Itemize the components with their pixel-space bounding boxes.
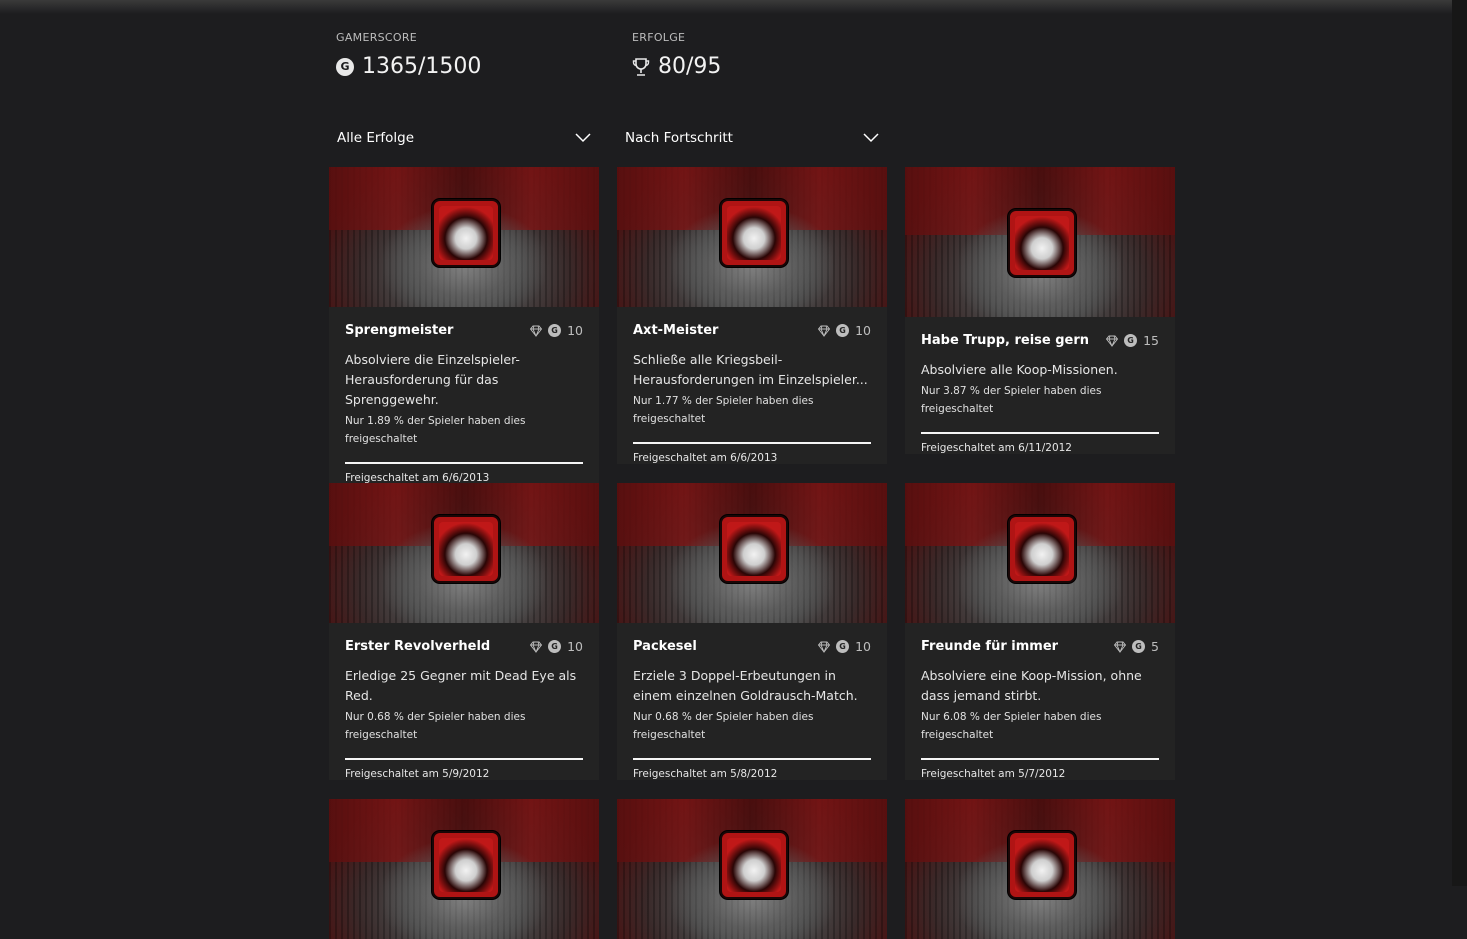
achievement-card[interactable] bbox=[617, 799, 887, 939]
achievement-description: Absolviere die Einzelspieler-Herausforde… bbox=[345, 352, 520, 407]
achievement-card[interactable] bbox=[329, 799, 599, 939]
rarity-diamond-icon bbox=[818, 641, 831, 653]
achievement-description: Erziele 3 Doppel-Erbeutungen in einem ei… bbox=[633, 668, 858, 703]
achievement-artwork bbox=[329, 167, 599, 307]
trophy-icon bbox=[632, 57, 650, 76]
achievements-value: 80/95 bbox=[658, 54, 722, 79]
achievement-card[interactable]: Erster Revolverheld G 10 Erledige 25 Geg… bbox=[329, 483, 599, 780]
achievement-card[interactable]: Axt-Meister G 10 Schließe alle Kriegsbei… bbox=[617, 167, 887, 464]
achievement-score: G 15 bbox=[1106, 333, 1159, 348]
dynamite-crate-icon bbox=[432, 199, 500, 267]
achievement-card[interactable]: Sprengmeister G 10 Absolviere die Einzel… bbox=[329, 167, 599, 484]
achievement-artwork bbox=[617, 799, 887, 939]
achievement-rarity: Nur 1.89 % der Spieler haben dies freige… bbox=[345, 415, 526, 445]
achievement-points: 10 bbox=[567, 639, 583, 654]
achievement-rarity: Nur 6.08 % der Spieler haben dies freige… bbox=[921, 711, 1102, 741]
achievement-artwork bbox=[905, 483, 1175, 623]
progress-bar bbox=[345, 462, 583, 464]
gold-bags-icon bbox=[720, 515, 788, 583]
achievement-description: Absolviere alle Koop-Missionen. bbox=[921, 362, 1118, 377]
gamerscore-icon: G bbox=[1132, 640, 1146, 653]
achievement-artwork bbox=[329, 483, 599, 623]
unlocked-date: Freigeschaltet am 5/7/2012 bbox=[921, 768, 1066, 780]
unlocked-date: Freigeschaltet am 6/6/2013 bbox=[633, 452, 778, 464]
gamerscore-icon: G bbox=[836, 324, 850, 337]
gamerscore-value: 1365/1500 bbox=[362, 54, 482, 79]
achievement-rarity: Nur 1.77 % der Spieler haben dies freige… bbox=[633, 395, 814, 425]
progress-bar bbox=[921, 432, 1159, 434]
progress-bar bbox=[633, 758, 871, 760]
chevron-down-icon bbox=[863, 133, 879, 143]
rarity-diamond-icon bbox=[530, 325, 543, 337]
achievement-rarity: Nur 0.68 % der Spieler haben dies freige… bbox=[345, 711, 526, 741]
achievements-label: ERFOLGE bbox=[632, 31, 686, 44]
achievement-points: 10 bbox=[855, 639, 871, 654]
skull-axes-icon bbox=[720, 199, 788, 267]
gamerscore-stat: GAMERSCORE G 1365/1500 bbox=[336, 31, 481, 79]
eye-skull-icon bbox=[432, 515, 500, 583]
fifty-star-icon bbox=[1008, 831, 1076, 899]
achievement-card[interactable]: Packesel G 10 Erziele 3 Doppel-Erbeutung… bbox=[617, 483, 887, 780]
achievement-artwork bbox=[905, 167, 1175, 317]
achievements-stat: ERFOLGE 80/95 bbox=[632, 31, 721, 79]
rarity-diamond-icon bbox=[1106, 335, 1119, 347]
achievement-title: Freunde für immer bbox=[921, 639, 1059, 654]
progress-bar bbox=[921, 758, 1159, 760]
gamerscore-label: GAMERSCORE bbox=[336, 31, 418, 44]
unlocked-date: Freigeschaltet am 5/8/2012 bbox=[633, 768, 778, 780]
gamerscore-icon: G bbox=[1124, 334, 1138, 347]
achievement-card[interactable] bbox=[905, 799, 1175, 939]
achievement-score: G 10 bbox=[818, 323, 871, 338]
gamerscore-icon: G bbox=[548, 640, 562, 653]
rarity-diamond-icon bbox=[530, 641, 543, 653]
progress-bar bbox=[633, 442, 871, 444]
progress-bar bbox=[345, 758, 583, 760]
achievement-artwork bbox=[905, 799, 1175, 939]
gamerscore-icon: G bbox=[336, 57, 354, 76]
achievement-card[interactable]: Freunde für immer G 5 Absolviere eine Ko… bbox=[905, 483, 1175, 780]
achievement-title: Packesel bbox=[633, 639, 697, 654]
gamerscore-icon: G bbox=[836, 640, 850, 653]
rarity-diamond-icon bbox=[1114, 641, 1127, 653]
unlocked-date: Freigeschaltet am 6/11/2012 bbox=[921, 442, 1072, 454]
achievement-title: Habe Trupp, reise gern bbox=[921, 333, 1090, 348]
achievement-artwork bbox=[617, 483, 887, 623]
achievement-title: Erster Revolverheld bbox=[345, 639, 491, 654]
gamerscore-icon: G bbox=[548, 324, 562, 337]
achievement-score: G 10 bbox=[530, 639, 583, 654]
achievement-rarity: Nur 3.87 % der Spieler haben dies freige… bbox=[921, 385, 1102, 415]
chevron-down-icon bbox=[575, 133, 591, 143]
achievement-artwork bbox=[617, 167, 887, 307]
achievement-description: Schließe alle Kriegsbeil-Herausforderung… bbox=[633, 352, 868, 387]
unlocked-date: Freigeschaltet am 5/9/2012 bbox=[345, 768, 490, 780]
achievement-points: 5 bbox=[1151, 639, 1159, 654]
achievement-title: Axt-Meister bbox=[633, 323, 719, 338]
filter-dropdown-value: Alle Erfolge bbox=[337, 130, 415, 146]
posse-skull-icon bbox=[432, 831, 500, 899]
achievement-score: G 5 bbox=[1114, 639, 1159, 654]
achievement-title: Sprengmeister bbox=[345, 323, 454, 338]
achievement-description: Erledige 25 Gegner mit Dead Eye als Red. bbox=[345, 668, 577, 703]
achievement-points: 15 bbox=[1143, 333, 1159, 348]
achievement-card[interactable]: Habe Trupp, reise gern G 15 Absolviere a… bbox=[905, 167, 1175, 454]
three-skulls-icon bbox=[1008, 515, 1076, 583]
achievement-rarity: Nur 0.68 % der Spieler haben dies freige… bbox=[633, 711, 814, 741]
achievement-description: Absolviere eine Koop-Mission, ohne dass … bbox=[921, 668, 1142, 703]
posse-crossed-guns-icon bbox=[720, 831, 788, 899]
top-edge bbox=[0, 0, 1452, 14]
sort-dropdown[interactable]: Nach Fortschritt bbox=[625, 126, 879, 150]
rarity-diamond-icon bbox=[818, 325, 831, 337]
achievement-score: G 10 bbox=[530, 323, 583, 338]
posse-revolvers-icon bbox=[1008, 209, 1076, 277]
sort-dropdown-value: Nach Fortschritt bbox=[625, 130, 733, 146]
achievement-artwork bbox=[329, 799, 599, 939]
scrollbar-track[interactable] bbox=[1452, 0, 1467, 886]
achievement-score: G 10 bbox=[818, 639, 871, 654]
filter-dropdown[interactable]: Alle Erfolge bbox=[337, 126, 591, 150]
achievement-points: 10 bbox=[567, 323, 583, 338]
achievement-points: 10 bbox=[855, 323, 871, 338]
